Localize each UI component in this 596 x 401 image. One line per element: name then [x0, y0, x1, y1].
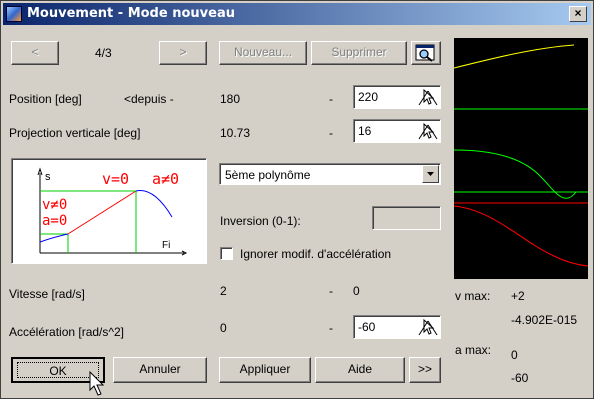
diagram-a-ne0-label: a≠0 [152, 170, 179, 188]
acceleration-input[interactable]: -60 [358, 320, 375, 334]
nouveau-button[interactable]: Nouveau... [219, 41, 307, 65]
projection-value: 10.73 [220, 126, 251, 140]
next-button[interactable]: > [159, 41, 207, 65]
position-field[interactable]: 220 [353, 85, 441, 109]
curve-preview [454, 38, 588, 279]
inversion-label: Inversion (0-1): [220, 214, 301, 228]
diagram-fi-label: Fi [162, 240, 170, 251]
dropdown-button[interactable] [422, 165, 439, 183]
chevron-down-icon [427, 172, 434, 176]
ok-button-label: OK [17, 362, 99, 378]
mouse-cursor-icon [89, 371, 105, 396]
amax-top-value: 0 [511, 348, 518, 362]
vitesse-dash: - [329, 284, 333, 298]
position-value: 180 [220, 92, 241, 106]
position-sub-label: <depuis - [124, 92, 174, 106]
window-title: Mouvement - Mode nouveau [27, 6, 235, 21]
amax-label: a max: [455, 343, 492, 357]
acceleration-field[interactable]: -60 [353, 315, 441, 339]
projection-field[interactable]: 16 [353, 119, 441, 143]
projection-input[interactable]: 16 [358, 124, 371, 138]
vitesse-label: Vitesse [rad/s] [9, 287, 85, 301]
vitesse-value: 2 [220, 284, 227, 298]
more-button[interactable]: >> [409, 357, 441, 383]
pointer-pick-icon[interactable] [418, 88, 438, 106]
position-dash: - [329, 92, 333, 106]
page-indicator: 4/3 [95, 46, 112, 60]
prev-button[interactable]: < [11, 41, 59, 65]
motion-law-diagram[interactable]: s v=0 a≠0 v≠0 a=0 Fi [11, 158, 207, 264]
vitesse-value2: 0 [353, 284, 360, 298]
supprimer-button[interactable]: Supprimer [311, 41, 407, 65]
dialog-window: Mouvement - Mode nouveau × < 4/3 > Nouve… [0, 0, 594, 399]
diagram-v-ne0-label: v≠0 [42, 197, 67, 213]
app-icon [6, 6, 22, 22]
acceleration-value: 0 [220, 321, 227, 335]
ignore-accel-checkbox[interactable] [220, 247, 233, 260]
projection-dash: - [329, 126, 333, 140]
profile-selected-value: 5ème polynôme [225, 168, 311, 182]
vmax-bottom-value: -4.902E-015 [511, 313, 578, 327]
apply-button[interactable]: Appliquer [219, 357, 311, 383]
amax-bottom-value: -60 [511, 371, 529, 385]
projection-label: Projection verticale [deg] [9, 126, 141, 140]
pointer-pick-icon[interactable] [418, 122, 438, 140]
preview-button[interactable] [411, 41, 441, 65]
pointer-pick-icon[interactable] [418, 318, 438, 336]
close-button[interactable]: × [569, 6, 587, 22]
magnifier-icon [415, 44, 435, 62]
diagram-a0-label: a=0 [42, 213, 67, 229]
diagram-s-label: s [45, 171, 51, 183]
title-bar[interactable]: Mouvement - Mode nouveau × [3, 3, 591, 25]
cancel-button[interactable]: Annuler [113, 357, 207, 383]
acceleration-dash: - [329, 321, 333, 335]
vmax-label: v max: [455, 289, 491, 303]
inversion-input[interactable] [372, 206, 441, 230]
help-button[interactable]: Aide [315, 357, 405, 383]
profile-select[interactable]: 5ème polynôme [219, 163, 441, 185]
vmax-top-value: +2 [511, 289, 525, 303]
position-input[interactable]: 220 [358, 90, 378, 104]
ignore-accel-label[interactable]: Ignorer modif. d'accélération [240, 247, 391, 261]
position-label: Position [deg] [9, 92, 82, 106]
acceleration-label: Accélération [rad/s^2] [9, 325, 125, 339]
diagram-v0-label: v=0 [102, 170, 129, 188]
